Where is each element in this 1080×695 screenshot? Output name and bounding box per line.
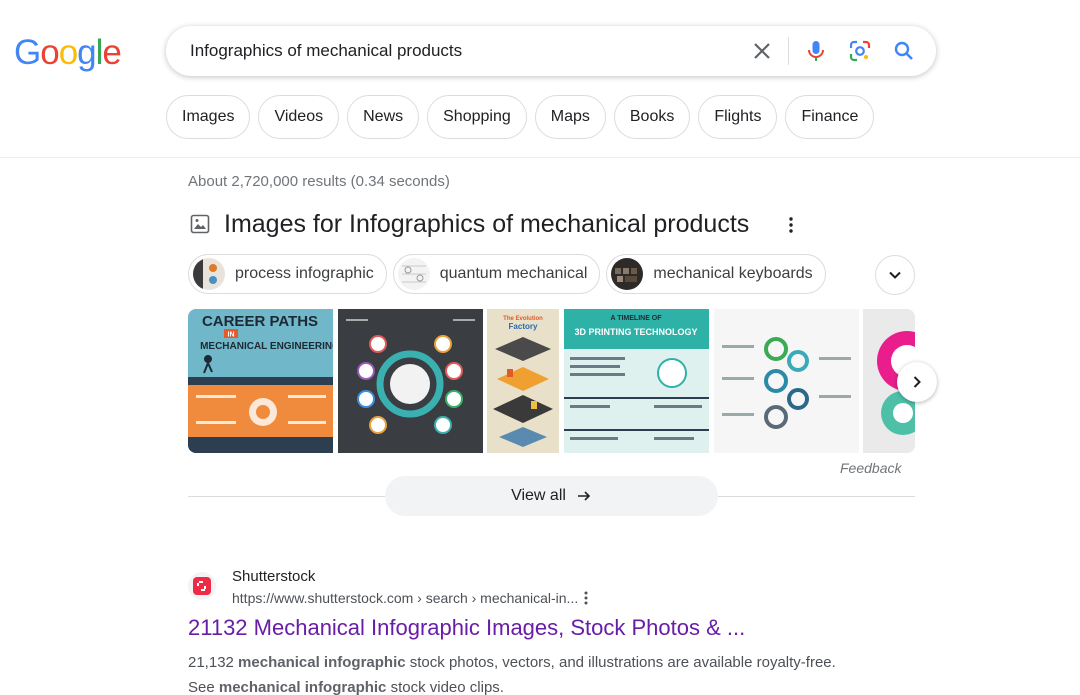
lens-icon[interactable] bbox=[848, 39, 872, 63]
search-box[interactable]: Infographics of mechanical products bbox=[166, 26, 936, 76]
logo-letter: g bbox=[77, 33, 96, 72]
refinement-thumbnail bbox=[611, 258, 644, 290]
images-section-title[interactable]: Images for Infographics of mechanical pr… bbox=[224, 210, 749, 239]
image-refinement-chips: process infographic quantum mechanical m… bbox=[188, 254, 826, 294]
image-thumbnail[interactable] bbox=[338, 309, 483, 453]
tab-maps[interactable]: Maps bbox=[534, 95, 606, 139]
view-all-divider bbox=[188, 496, 385, 497]
thumbnail-title: CAREER PATHS bbox=[202, 313, 318, 330]
view-all-button[interactable]: View all bbox=[385, 476, 718, 516]
logo-letter: G bbox=[14, 33, 41, 72]
result-snippet: 21,132 mechanical infographic stock phot… bbox=[188, 650, 888, 695]
header-divider bbox=[0, 157, 1080, 158]
thumbnail-subtitle: 3D PRINTING TECHNOLOGY bbox=[574, 327, 697, 337]
search-icon[interactable] bbox=[892, 39, 916, 63]
thumbnail-title: A TIMELINE OF bbox=[610, 315, 662, 322]
image-thumbnail[interactable]: CAREER PATHS IN MECHANICAL ENGINEERING bbox=[188, 309, 333, 453]
site-favicon[interactable] bbox=[188, 572, 216, 600]
tab-flights[interactable]: Flights bbox=[698, 95, 778, 139]
carousel-next-button[interactable] bbox=[897, 362, 937, 402]
search-input[interactable]: Infographics of mechanical products bbox=[190, 41, 462, 61]
result-title-link[interactable]: 21132 Mechanical Infographic Images, Sto… bbox=[188, 615, 745, 641]
refinement-label: process infographic bbox=[235, 265, 374, 282]
snippet-text: stock photos, vectors, and illustrations… bbox=[405, 654, 836, 671]
refinement-label: mechanical keyboards bbox=[653, 265, 813, 282]
tab-shopping[interactable]: Shopping bbox=[427, 95, 527, 139]
search-divider bbox=[788, 37, 789, 65]
image-icon bbox=[190, 214, 210, 234]
image-thumbnail[interactable]: A TIMELINE OF 3D PRINTING TECHNOLOGY bbox=[564, 309, 709, 453]
close-icon[interactable] bbox=[750, 39, 774, 63]
thumbnail-subtitle: Factory bbox=[509, 322, 538, 331]
refinement-next-button[interactable] bbox=[875, 255, 915, 295]
chevron-down-icon bbox=[889, 271, 901, 279]
result-site-name[interactable]: Shutterstock bbox=[232, 568, 315, 585]
snippet-highlight: mechanical infographic bbox=[218, 679, 387, 695]
search-filter-tabs: Images Videos News Shopping Maps Books F… bbox=[166, 95, 875, 139]
logo-letter: o bbox=[40, 33, 59, 72]
snippet-text: stock video clips. bbox=[386, 679, 504, 695]
result-url[interactable]: https://www.shutterstock.com › search › … bbox=[232, 590, 578, 606]
refinement-label: quantum mechanical bbox=[439, 265, 588, 282]
tab-images[interactable]: Images bbox=[166, 95, 251, 139]
more-options-icon[interactable] bbox=[782, 216, 800, 234]
images-section-header: Images for Infographics of mechanical pr… bbox=[188, 210, 918, 240]
tab-news[interactable]: News bbox=[347, 95, 420, 139]
tab-books[interactable]: Books bbox=[613, 95, 691, 139]
logo-letter: o bbox=[58, 33, 78, 72]
more-options-icon[interactable] bbox=[578, 590, 594, 606]
image-thumbnail[interactable] bbox=[714, 309, 859, 453]
snippet-text: See bbox=[188, 679, 219, 695]
google-logo[interactable]: Google bbox=[14, 33, 122, 73]
refinement-thumbnail bbox=[193, 258, 225, 290]
refinement-chip-process-infographic[interactable]: process infographic bbox=[188, 254, 387, 294]
chevron-right-icon bbox=[913, 376, 921, 388]
refinement-chip-quantum-mechanical[interactable]: quantum mechanical bbox=[392, 254, 601, 294]
image-thumbnail[interactable]: The Evolution Factory bbox=[487, 309, 559, 453]
refinement-chip-mechanical-keyboards[interactable]: mechanical keyboards bbox=[606, 254, 826, 294]
snippet-text: 21,132 bbox=[188, 654, 239, 671]
logo-letter: l bbox=[95, 33, 104, 72]
image-carousel: CAREER PATHS IN MECHANICAL ENGINEERING T… bbox=[188, 309, 915, 453]
arrow-right-icon bbox=[577, 491, 591, 501]
snippet-highlight: mechanical infographic bbox=[238, 654, 406, 671]
thumbnail-tag: IN bbox=[228, 332, 235, 339]
tab-finance[interactable]: Finance bbox=[785, 95, 875, 139]
refinement-thumbnail bbox=[397, 258, 430, 290]
result-stats: About 2,720,000 results (0.34 seconds) bbox=[188, 173, 450, 190]
microphone-icon[interactable] bbox=[804, 39, 828, 63]
shutterstock-icon bbox=[193, 577, 211, 595]
view-all-divider bbox=[718, 496, 915, 497]
feedback-link[interactable]: Feedback bbox=[840, 460, 901, 476]
logo-letter: e bbox=[102, 33, 121, 72]
tab-videos[interactable]: Videos bbox=[258, 95, 340, 139]
thumbnail-subtitle: MECHANICAL ENGINEERING bbox=[200, 341, 333, 352]
view-all-label: View all bbox=[511, 487, 566, 504]
